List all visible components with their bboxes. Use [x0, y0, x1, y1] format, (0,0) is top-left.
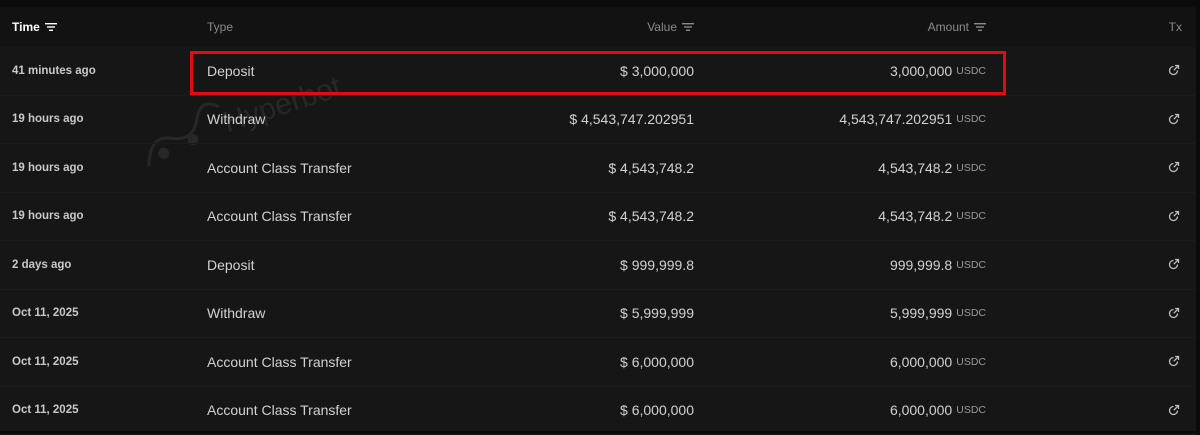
table-row: Oct 11, 2025 Withdraw $ 5,999,999 5,999,999… [0, 290, 1196, 339]
row-value: $ 6,000,000 [620, 387, 694, 435]
row-value: $ 4,543,748.2 [608, 144, 694, 192]
table-row: 2 days ago Deposit $ 999,999.8 999,999.8 USD… [0, 241, 1196, 290]
tx-link-button[interactable] [1165, 144, 1181, 192]
column-header-tx-label: Tx [1169, 20, 1182, 34]
row-amount-unit: USDC [956, 259, 986, 271]
external-link-icon[interactable] [1167, 404, 1180, 417]
row-amount-number: 4,543,748.2 [878, 160, 952, 176]
row-time: 2 days ago [12, 241, 71, 289]
table-header: Time Type Value Amount [0, 7, 1196, 47]
row-amount-number: 6,000,000 [890, 402, 952, 418]
row-type: Deposit [207, 241, 254, 289]
column-header-value-label: Value [647, 20, 677, 34]
row-time: Oct 11, 2025 [12, 387, 79, 435]
row-type: Withdraw [207, 290, 265, 338]
row-time: 41 minutes ago [12, 47, 96, 95]
tx-link-button[interactable] [1165, 241, 1181, 289]
column-header-time[interactable]: Time [12, 20, 57, 34]
transactions-table-body: 41 minutes ago Deposit $ 3,000,000 3,000,00… [0, 47, 1196, 435]
external-link-icon[interactable] [1167, 307, 1180, 320]
external-link-icon[interactable] [1167, 113, 1180, 126]
row-value: $ 6,000,000 [620, 338, 694, 386]
column-header-tx: Tx [1169, 20, 1182, 34]
row-amount-number: 5,999,999 [890, 305, 952, 321]
table-row: 41 minutes ago Deposit $ 3,000,000 3,000,00… [0, 47, 1196, 96]
table-row: 19 hours ago Account Class Transfer $ 4,54… [0, 193, 1196, 242]
row-type: Account Class Transfer [207, 338, 352, 386]
row-amount-unit: USDC [956, 210, 986, 222]
external-link-icon[interactable] [1167, 210, 1180, 223]
table-row: Oct 11, 2025 Account Class Transfer $ 6,00… [0, 338, 1196, 387]
row-amount: 4,543,748.2 USDC [878, 193, 986, 241]
row-amount-unit: USDC [956, 307, 986, 319]
row-amount: 4,543,747.202951 USDC [839, 96, 986, 144]
external-link-icon[interactable] [1167, 258, 1180, 271]
tx-link-button[interactable] [1165, 96, 1181, 144]
row-amount-number: 3,000,000 [890, 63, 952, 79]
row-amount: 5,999,999 USDC [890, 290, 986, 338]
row-amount-unit: USDC [956, 113, 986, 125]
row-amount-number: 6,000,000 [890, 354, 952, 370]
tx-link-button[interactable] [1165, 47, 1181, 95]
row-value: $ 999,999.8 [620, 241, 694, 289]
row-time: 19 hours ago [12, 144, 84, 192]
column-header-type-label: Type [207, 20, 233, 34]
row-value: $ 3,000,000 [620, 47, 694, 95]
row-value: $ 5,999,999 [620, 290, 694, 338]
filter-icon[interactable] [45, 22, 57, 32]
external-link-icon[interactable] [1167, 161, 1180, 174]
row-value: $ 4,543,748.2 [608, 193, 694, 241]
row-amount-unit: USDC [956, 356, 986, 368]
row-time: 19 hours ago [12, 193, 84, 241]
filter-icon[interactable] [974, 22, 986, 32]
row-type: Account Class Transfer [207, 387, 352, 435]
row-time: 19 hours ago [12, 96, 84, 144]
row-amount-number: 4,543,747.202951 [839, 111, 952, 127]
row-type: Withdraw [207, 96, 265, 144]
row-value: $ 4,543,747.202951 [569, 96, 694, 144]
row-amount: 3,000,000 USDC [890, 47, 986, 95]
row-time: Oct 11, 2025 [12, 290, 79, 338]
table-row: 19 hours ago Withdraw $ 4,543,747.202951 4,… [0, 96, 1196, 145]
column-header-amount-label: Amount [928, 20, 969, 34]
column-header-amount[interactable]: Amount [928, 20, 986, 34]
column-header-type: Type [207, 20, 233, 34]
row-time: Oct 11, 2025 [12, 338, 79, 386]
row-type: Deposit [207, 47, 254, 95]
row-amount: 6,000,000 USDC [890, 338, 986, 386]
transactions-panel: Time Type Value Amount [0, 7, 1196, 431]
filter-icon[interactable] [682, 22, 694, 32]
column-header-value[interactable]: Value [647, 20, 694, 34]
table-row: 19 hours ago Account Class Transfer $ 4,54… [0, 144, 1196, 193]
tx-link-button[interactable] [1165, 387, 1181, 435]
tx-link-button[interactable] [1165, 290, 1181, 338]
row-amount-unit: USDC [956, 162, 986, 174]
column-header-time-label: Time [12, 20, 40, 34]
row-amount-unit: USDC [956, 404, 986, 416]
row-amount-number: 999,999.8 [890, 257, 952, 273]
row-amount: 999,999.8 USDC [890, 241, 986, 289]
external-link-icon[interactable] [1167, 64, 1180, 77]
row-amount: 4,543,748.2 USDC [878, 144, 986, 192]
row-amount: 6,000,000 USDC [890, 387, 986, 435]
row-amount-number: 4,543,748.2 [878, 208, 952, 224]
external-link-icon[interactable] [1167, 355, 1180, 368]
table-row: Oct 11, 2025 Account Class Transfer $ 6,00… [0, 387, 1196, 435]
row-type: Account Class Transfer [207, 193, 352, 241]
tx-link-button[interactable] [1165, 193, 1181, 241]
row-type: Account Class Transfer [207, 144, 352, 192]
row-amount-unit: USDC [956, 65, 986, 77]
tx-link-button[interactable] [1165, 338, 1181, 386]
